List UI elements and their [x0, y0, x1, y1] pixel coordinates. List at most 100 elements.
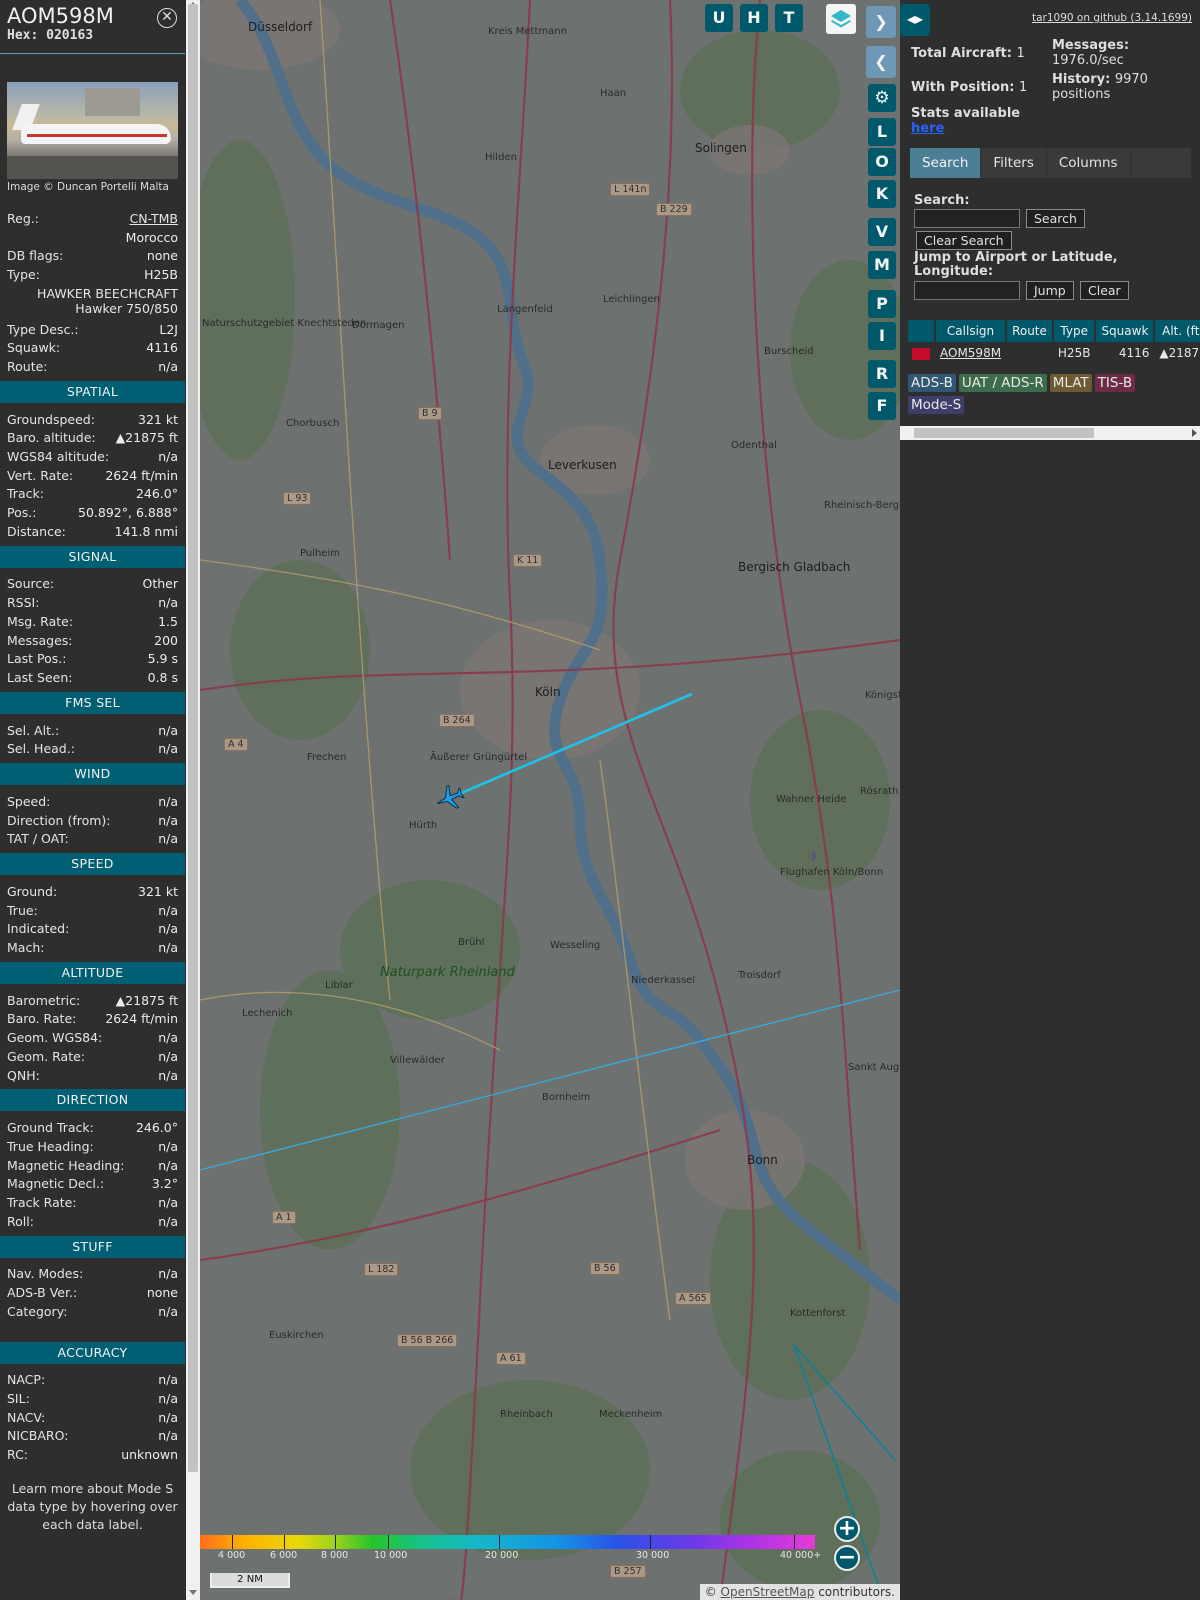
- altitude-label: QNH:: [7, 1067, 40, 1083]
- search-input[interactable]: [914, 209, 1020, 228]
- hscroll-thumb[interactable]: [914, 428, 1094, 438]
- map-place-label: Hürth: [409, 820, 438, 831]
- map-place-label: Äußerer Grüngürtel: [430, 752, 528, 763]
- speed-value: n/a: [158, 940, 178, 956]
- spatial-row: Groundspeed: 321 kt: [0, 410, 185, 429]
- side-button-o[interactable]: O: [868, 148, 896, 176]
- accuracy-label: SIL:: [7, 1391, 30, 1407]
- tab-search[interactable]: Search: [910, 148, 982, 178]
- spatial-value: 321 kt: [138, 411, 178, 427]
- signal-value: 1.5: [158, 613, 178, 629]
- column-squawk[interactable]: Squawk: [1096, 320, 1154, 342]
- type-value: H25B: [144, 266, 178, 282]
- side-button-f[interactable]: F: [868, 392, 896, 420]
- speed-rows: Ground: 321 kt True: n/a Indicated: n/a Mach: n…: [0, 882, 185, 957]
- badge-mode-s[interactable]: Mode-S: [908, 396, 965, 414]
- column-route[interactable]: Route: [1007, 320, 1052, 342]
- toolbar-button-u[interactable]: U: [705, 4, 733, 32]
- road-label: K 11: [513, 554, 543, 567]
- badge-ads-b[interactable]: ADS-B: [908, 374, 956, 392]
- direction-value: 246.0°: [135, 1120, 178, 1136]
- search-button[interactable]: Search: [1026, 209, 1085, 228]
- signal-label: RSSI:: [7, 595, 40, 611]
- direction-row: Track Rate: n/a: [0, 1193, 185, 1212]
- direction-value: n/a: [158, 1138, 178, 1154]
- map-place-label: Kreis Mettmann: [488, 26, 567, 37]
- table-horizontal-scrollbar[interactable]: [900, 426, 1200, 440]
- column-altitude[interactable]: Alt. (ft): [1155, 320, 1200, 342]
- stuff-label: ADS-B Ver.:: [7, 1285, 78, 1301]
- wind-row: Speed: n/a: [0, 792, 185, 811]
- toolbar-button-t[interactable]: T: [775, 4, 803, 32]
- side-button-v[interactable]: V: [868, 218, 896, 246]
- wind-value: n/a: [158, 831, 178, 847]
- github-link[interactable]: tar1090 on github (3.14.1699): [1032, 12, 1192, 24]
- badge-mlat[interactable]: MLAT: [1049, 374, 1092, 392]
- toolbar-button-h[interactable]: H: [740, 4, 768, 32]
- side-button-m[interactable]: M: [868, 251, 896, 279]
- road-label: B 56: [590, 1262, 620, 1275]
- side-button-i[interactable]: I: [868, 322, 896, 350]
- learn-more-text: Learn more about Mode S data type by hov…: [7, 1481, 178, 1532]
- signal-label: Source:: [7, 576, 55, 592]
- spatial-value: 246.0°: [135, 486, 178, 502]
- messages-stat: Messages: 1976.0/sec: [1052, 38, 1192, 68]
- chevron-right-icon[interactable]: ❯: [866, 6, 896, 38]
- speed-value: n/a: [158, 921, 178, 937]
- stuff-rows: Nav. Modes: n/a ADS-B Ver.: none Category: n/…: [0, 1265, 185, 1321]
- side-button-r[interactable]: R: [868, 360, 896, 388]
- scrollbar-thumb[interactable]: [188, 4, 198, 1472]
- cell-callsign[interactable]: AOM598M: [936, 342, 1005, 364]
- tab-columns[interactable]: Columns: [1046, 148, 1131, 178]
- layers-icon[interactable]: [826, 4, 856, 34]
- attribution-prefix: ©: [704, 1585, 721, 1599]
- stats-link[interactable]: here: [911, 121, 944, 136]
- chevron-left-icon[interactable]: ❮: [866, 46, 896, 78]
- expand-collapse-icon[interactable]: ◂▸: [900, 4, 930, 36]
- legend-tick-label: 10 000: [374, 1550, 408, 1561]
- wind-label: Speed:: [7, 793, 51, 809]
- column-callsign[interactable]: Callsign: [936, 320, 1006, 342]
- reg-link[interactable]: CN-TMB: [130, 211, 178, 226]
- legend-tick-label: 4 000: [218, 1550, 246, 1561]
- cell-type: H25B: [1057, 346, 1091, 360]
- zoom-in-button[interactable]: +: [834, 1516, 860, 1542]
- jump-button[interactable]: Jump: [1026, 281, 1074, 300]
- osm-link[interactable]: OpenStreetMap: [721, 1585, 815, 1599]
- speed-row: Ground: 321 kt: [0, 882, 185, 901]
- road-label: A 4: [224, 738, 248, 751]
- aircraft-photo[interactable]: [7, 82, 178, 179]
- map-view[interactable]: ✈ Düsseldorf Haan Solingen Hilden Langenfeld…: [200, 0, 900, 1600]
- table-row[interactable]: AOM598M H25B 4116 ▲21875: [908, 342, 1200, 364]
- map-place-label: Solingen: [695, 141, 747, 155]
- side-button-p[interactable]: P: [868, 290, 896, 318]
- zoom-out-button[interactable]: −: [834, 1545, 860, 1571]
- legend-tick-mark: [499, 1535, 500, 1549]
- close-icon[interactable]: ✕: [157, 8, 177, 28]
- signal-row: Messages: 200: [0, 631, 185, 650]
- squawk-row: Squawk: 4116: [0, 338, 185, 357]
- clear-button[interactable]: Clear: [1080, 281, 1129, 300]
- info-header: AOM598M Hex: 020163 ✕: [0, 0, 185, 54]
- search-label: Search:: [914, 193, 970, 208]
- info-scrollbar[interactable]: [186, 0, 200, 1600]
- column-color: [908, 320, 934, 342]
- side-button-l[interactable]: L: [868, 118, 896, 146]
- spatial-row: Pos.: 50.892°, 6.888°: [0, 503, 185, 522]
- settings-gear-icon[interactable]: ⚙: [868, 84, 896, 112]
- clear-search-button[interactable]: Clear Search: [916, 231, 1012, 250]
- side-button-k[interactable]: K: [868, 180, 896, 208]
- with-position-label: With Position:: [911, 80, 1015, 95]
- jump-input[interactable]: [914, 281, 1020, 300]
- badge-uat-ads-r[interactable]: UAT / ADS-R: [958, 374, 1047, 392]
- scroll-right-icon[interactable]: [1192, 429, 1197, 437]
- map-place-label: Naturpark Rheinland: [380, 965, 515, 980]
- column-type[interactable]: Type: [1053, 320, 1095, 342]
- fms-label: Sel. Alt.:: [7, 722, 60, 738]
- tab-filters[interactable]: Filters: [981, 148, 1047, 178]
- scroll-down-icon[interactable]: [189, 1590, 197, 1595]
- callsign-link[interactable]: AOM598M: [940, 346, 1001, 360]
- badge-tis-b[interactable]: TIS-B: [1094, 374, 1136, 392]
- direction-label: Magnetic Decl.:: [7, 1176, 105, 1192]
- altitude-value: 2624 ft/min: [105, 1011, 178, 1027]
